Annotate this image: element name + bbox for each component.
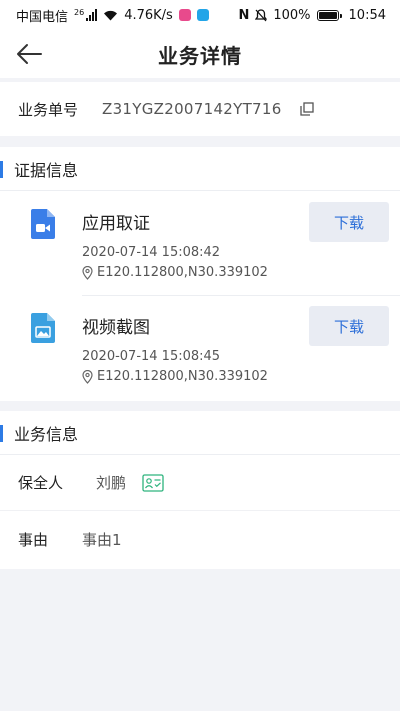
carrier-label: 中国电信 (16, 9, 69, 25)
back-button[interactable] (14, 40, 44, 68)
evidence-location-text: E120.112800,N30.339102 (97, 369, 268, 384)
clock: 10:54 (348, 7, 386, 23)
location-pin-icon (82, 369, 93, 384)
evidence-time: 2020-07-14 15:08:42 (82, 245, 221, 260)
evidence-location: E120.112800,N30.339102 (82, 369, 268, 384)
evidence-location-text: E120.112800,N30.339102 (97, 265, 268, 280)
network-speed: 4.76K/s (124, 7, 173, 23)
back-arrow-icon (17, 44, 42, 64)
mute-icon (255, 8, 268, 21)
nfc-icon: N (238, 7, 250, 23)
evidence-section-header: 证据信息 (0, 147, 400, 191)
image-file-icon (31, 313, 55, 343)
business-section-header: 业务信息 (0, 411, 400, 455)
evidence-time: 2020-07-14 15:08:45 (82, 349, 221, 364)
evidence-title: 视频截图 (82, 318, 150, 338)
wifi-icon (104, 10, 118, 21)
reason-label: 事由 (18, 530, 49, 549)
status-bar: 中国电信 26 4.76K/s N 100% 10:54 (0, 0, 400, 30)
reason-value: 事由1 (82, 530, 122, 549)
location-pin-icon (82, 265, 93, 280)
section-accent-bar (0, 161, 3, 178)
business-section: 业务信息 保全人 刘鹏 事由 事由1 (0, 411, 400, 569)
battery-percent: 100% (273, 7, 311, 23)
business-section-title: 业务信息 (14, 424, 79, 444)
copy-icon (299, 102, 314, 116)
copy-button[interactable] (298, 100, 316, 118)
download-button[interactable]: 下载 (309, 306, 389, 346)
download-button[interactable]: 下载 (309, 202, 389, 242)
status-left: 中国电信 26 4.76K/s (16, 6, 209, 25)
battery-icon (316, 9, 342, 21)
id-card-button[interactable] (142, 473, 164, 492)
reason-row: 事由 事由1 (0, 511, 400, 567)
order-number-value: Z31YGZ2007142YT716 (102, 100, 282, 118)
network-type: 26 (74, 7, 85, 17)
guarantor-label: 保全人 (18, 474, 64, 492)
order-number-label: 业务单号 (18, 100, 79, 119)
guarantor-row: 保全人 刘鹏 (0, 455, 400, 511)
evidence-item: 应用取证 2020-07-14 15:08:42 E120.112800,N30… (0, 191, 400, 295)
status-right: N 100% 10:54 (238, 8, 386, 23)
search-app-notification-icon (196, 9, 209, 21)
order-number-row: 业务单号 Z31YGZ2007142YT716 (0, 82, 400, 136)
guarantor-value: 刘鹏 (96, 474, 127, 492)
evidence-location: E120.112800,N30.339102 (82, 265, 268, 280)
evidence-title: 应用取证 (82, 214, 150, 234)
nav-bar: 业务详情 (0, 30, 400, 78)
evidence-section-title: 证据信息 (14, 160, 79, 180)
evidence-item: 视频截图 2020-07-14 15:08:45 E120.112800,N30… (0, 295, 400, 399)
id-card-icon (142, 473, 164, 492)
section-accent-bar (0, 425, 3, 442)
page-title: 业务详情 (158, 43, 242, 68)
evidence-section: 证据信息 应用取证 2020-07-14 15:08:42 E120.11280… (0, 147, 400, 401)
app-notification-icon (178, 9, 191, 21)
signal-icon (86, 9, 98, 21)
video-file-icon (31, 209, 55, 239)
